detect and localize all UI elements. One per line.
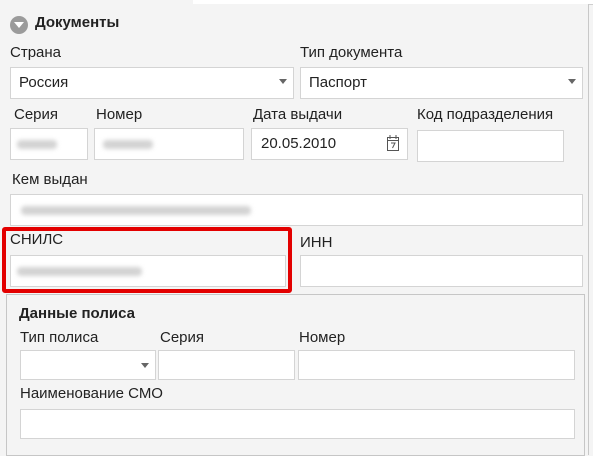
issue-date-value: 20.05.2010 [261, 135, 337, 152]
smo-name-label: Наименование СМО [20, 385, 163, 402]
division-code-label: Код подразделения [417, 106, 554, 123]
policy-number-input[interactable] [298, 350, 575, 380]
series-input[interactable] [10, 128, 88, 160]
country-select[interactable]: Россия [10, 67, 294, 99]
documents-panel: Документы Страна Россия Тип документа Па… [0, 4, 589, 456]
series-redacted [17, 140, 57, 149]
inn-input[interactable] [300, 255, 583, 287]
doc-type-label: Тип документа [300, 44, 403, 61]
issued-by-label: Кем выдан [12, 171, 88, 188]
division-code-input[interactable] [417, 130, 564, 162]
number-input[interactable] [94, 128, 244, 160]
doc-type-value: Паспорт [309, 74, 367, 91]
dropdown-arrow-icon [568, 79, 576, 84]
issued-by-redacted [21, 206, 251, 215]
policy-group: Данные полиса Тип полиса Серия Номер Наи… [6, 294, 585, 456]
issue-date-label: Дата выдачи [253, 106, 343, 123]
issued-by-input[interactable] [10, 194, 583, 226]
doc-type-select[interactable]: Паспорт [300, 67, 583, 99]
calendar-icon[interactable] [387, 135, 399, 151]
collapse-toggle-icon[interactable] [10, 16, 28, 34]
country-label: Страна [10, 44, 62, 61]
section-title: Документы [35, 14, 120, 31]
inn-label: ИНН [300, 234, 333, 251]
policy-title: Данные полиса [19, 305, 135, 322]
snils-highlight-frame [2, 227, 292, 293]
smo-name-input[interactable] [20, 409, 575, 439]
policy-series-label: Серия [160, 329, 205, 346]
policy-type-label: Тип полиса [20, 329, 99, 346]
policy-series-input[interactable] [158, 350, 295, 380]
issue-date-input[interactable]: 20.05.2010 [251, 128, 408, 160]
policy-number-label: Номер [299, 329, 346, 346]
dropdown-arrow-icon [279, 79, 287, 84]
dropdown-arrow-icon [141, 363, 149, 368]
country-value: Россия [19, 74, 69, 91]
number-redacted [103, 140, 153, 149]
series-label: Серия [14, 106, 59, 123]
policy-type-select[interactable] [20, 350, 156, 380]
number-label: Номер [96, 106, 143, 123]
